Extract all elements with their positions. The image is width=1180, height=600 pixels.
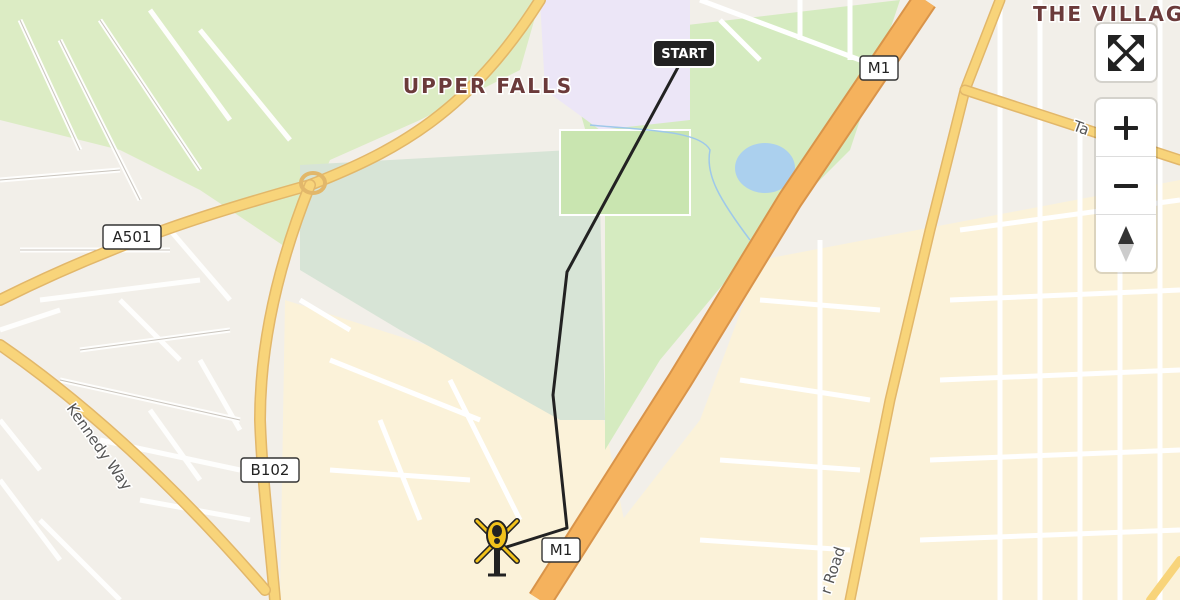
svg-text:A501: A501 <box>113 228 152 246</box>
zoom-control-group <box>1096 99 1156 272</box>
road-shield-b102: B102 <box>240 457 300 483</box>
svg-text:B102: B102 <box>251 461 290 479</box>
compass-button[interactable] <box>1096 215 1156 272</box>
fullscreen-button[interactable] <box>1096 24 1156 81</box>
zoom-out-button[interactable] <box>1096 157 1156 215</box>
svg-text:START: START <box>661 47 707 62</box>
svg-text:M1: M1 <box>868 59 891 77</box>
road-shield-m1-south: M1 <box>541 537 581 563</box>
place-label-upper-falls: UPPER FALLS <box>403 74 573 98</box>
plus-icon <box>1114 115 1138 140</box>
svg-text:M1: M1 <box>550 541 573 559</box>
map-canvas[interactable]: UPPER FALLS THE VILLAG Kennedy Way Ta r … <box>0 0 1180 600</box>
route-start-marker[interactable]: START <box>652 39 716 68</box>
road-shield-m1-north: M1 <box>859 55 899 81</box>
fullscreen-icon <box>1108 34 1144 71</box>
fullscreen-control <box>1096 24 1156 81</box>
compass-icon <box>1118 225 1134 262</box>
minus-icon <box>1114 183 1138 188</box>
road-shield-a501: A501 <box>102 224 162 250</box>
sports-pitch <box>559 129 691 216</box>
map-controls <box>1096 24 1156 290</box>
zoom-in-button[interactable] <box>1096 99 1156 157</box>
place-label-the-village: THE VILLAG <box>1033 2 1180 26</box>
